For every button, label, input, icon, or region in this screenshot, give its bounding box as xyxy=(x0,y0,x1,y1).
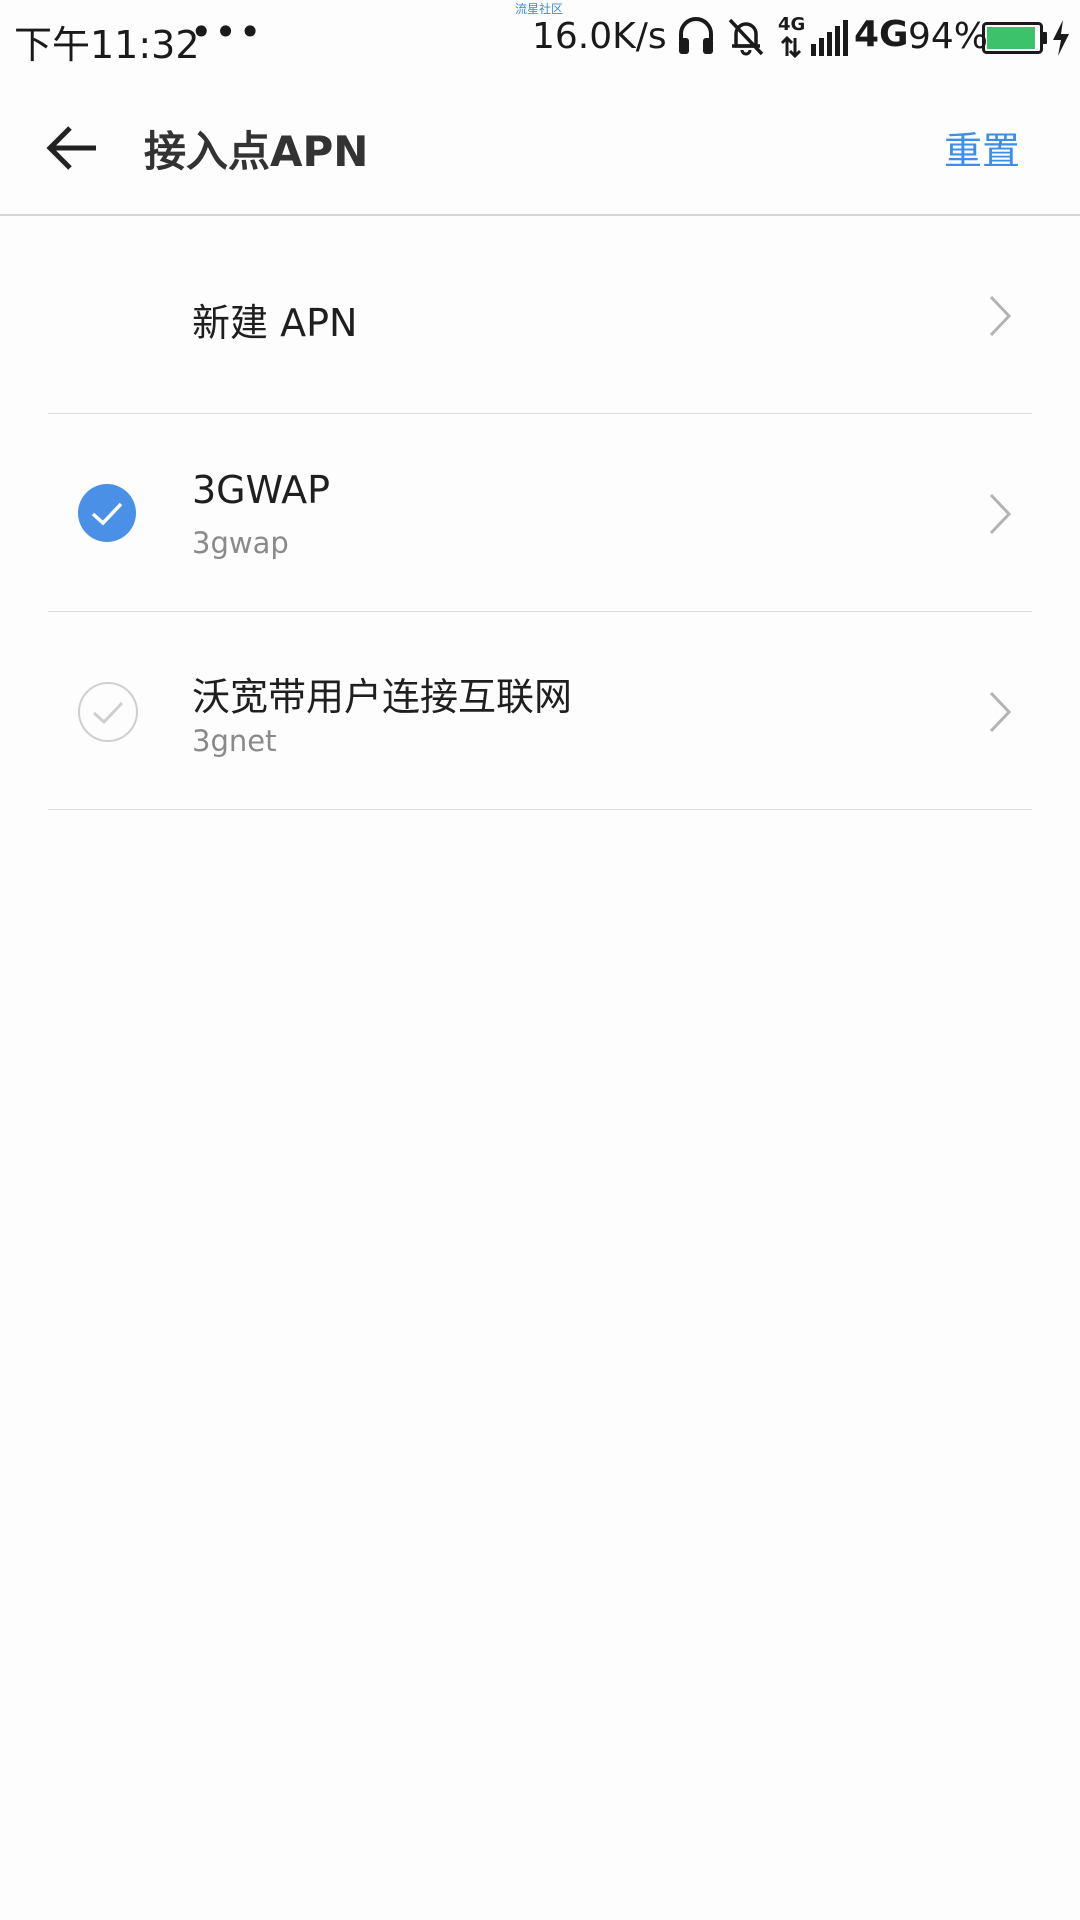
network-type: 4G xyxy=(854,14,909,55)
chevron-right-icon xyxy=(989,493,1012,535)
watermark-text: 流星社区 xyxy=(515,2,564,16)
apn-item[interactable]: 3GWAP 3gwap xyxy=(0,414,1080,612)
radio-unselected[interactable] xyxy=(78,682,138,742)
data-activity-icon: 4G xyxy=(776,14,806,60)
network-speed: 16.0K/s xyxy=(532,16,667,57)
list-item-title: 沃宽带用户连接互联网 xyxy=(192,675,573,719)
battery-icon xyxy=(982,22,1047,54)
check-icon xyxy=(91,502,123,526)
chevron-right-icon xyxy=(989,691,1012,733)
divider xyxy=(48,809,1032,810)
app-bar: 接入点APN 重置 xyxy=(0,78,1080,216)
chevron-right-icon xyxy=(989,295,1012,337)
list-item-subtitle: 3gnet xyxy=(192,724,277,758)
status-time: 下午11:32 xyxy=(14,23,200,67)
signal-icon xyxy=(811,20,848,56)
list-item-title: 新建 APN xyxy=(192,301,358,345)
arrow-left-icon xyxy=(46,126,96,170)
new-apn-item[interactable]: 新建 APN xyxy=(0,216,1080,414)
check-icon xyxy=(92,701,124,725)
apn-item[interactable]: 沃宽带用户连接互联网 3gnet xyxy=(0,612,1080,810)
back-button[interactable] xyxy=(36,112,108,184)
reset-button[interactable]: 重置 xyxy=(944,120,1020,175)
page-title: 接入点APN xyxy=(144,127,369,176)
network-type-small: 4G xyxy=(778,14,806,35)
status-bar: 下午11:32 ••• 流星社区 16.0K/s 4G 4G 94% xyxy=(0,0,1080,78)
list-item-subtitle: 3gwap xyxy=(192,526,289,560)
radio-selected[interactable] xyxy=(78,484,136,542)
battery-percent: 94% xyxy=(908,16,989,57)
more-notifications-icon: ••• xyxy=(190,10,264,54)
charging-icon xyxy=(1053,20,1069,56)
apn-list: 新建 APN 3GWAP 3gwap 沃宽带用户连接互联网 3gnet xyxy=(0,216,1080,810)
headphones-icon xyxy=(679,17,713,54)
list-item-title: 3GWAP xyxy=(192,468,331,512)
bell-off-icon xyxy=(728,18,764,56)
screen: 下午11:32 ••• 流星社区 16.0K/s 4G 4G 94% 接入点AP… xyxy=(0,0,1080,1920)
